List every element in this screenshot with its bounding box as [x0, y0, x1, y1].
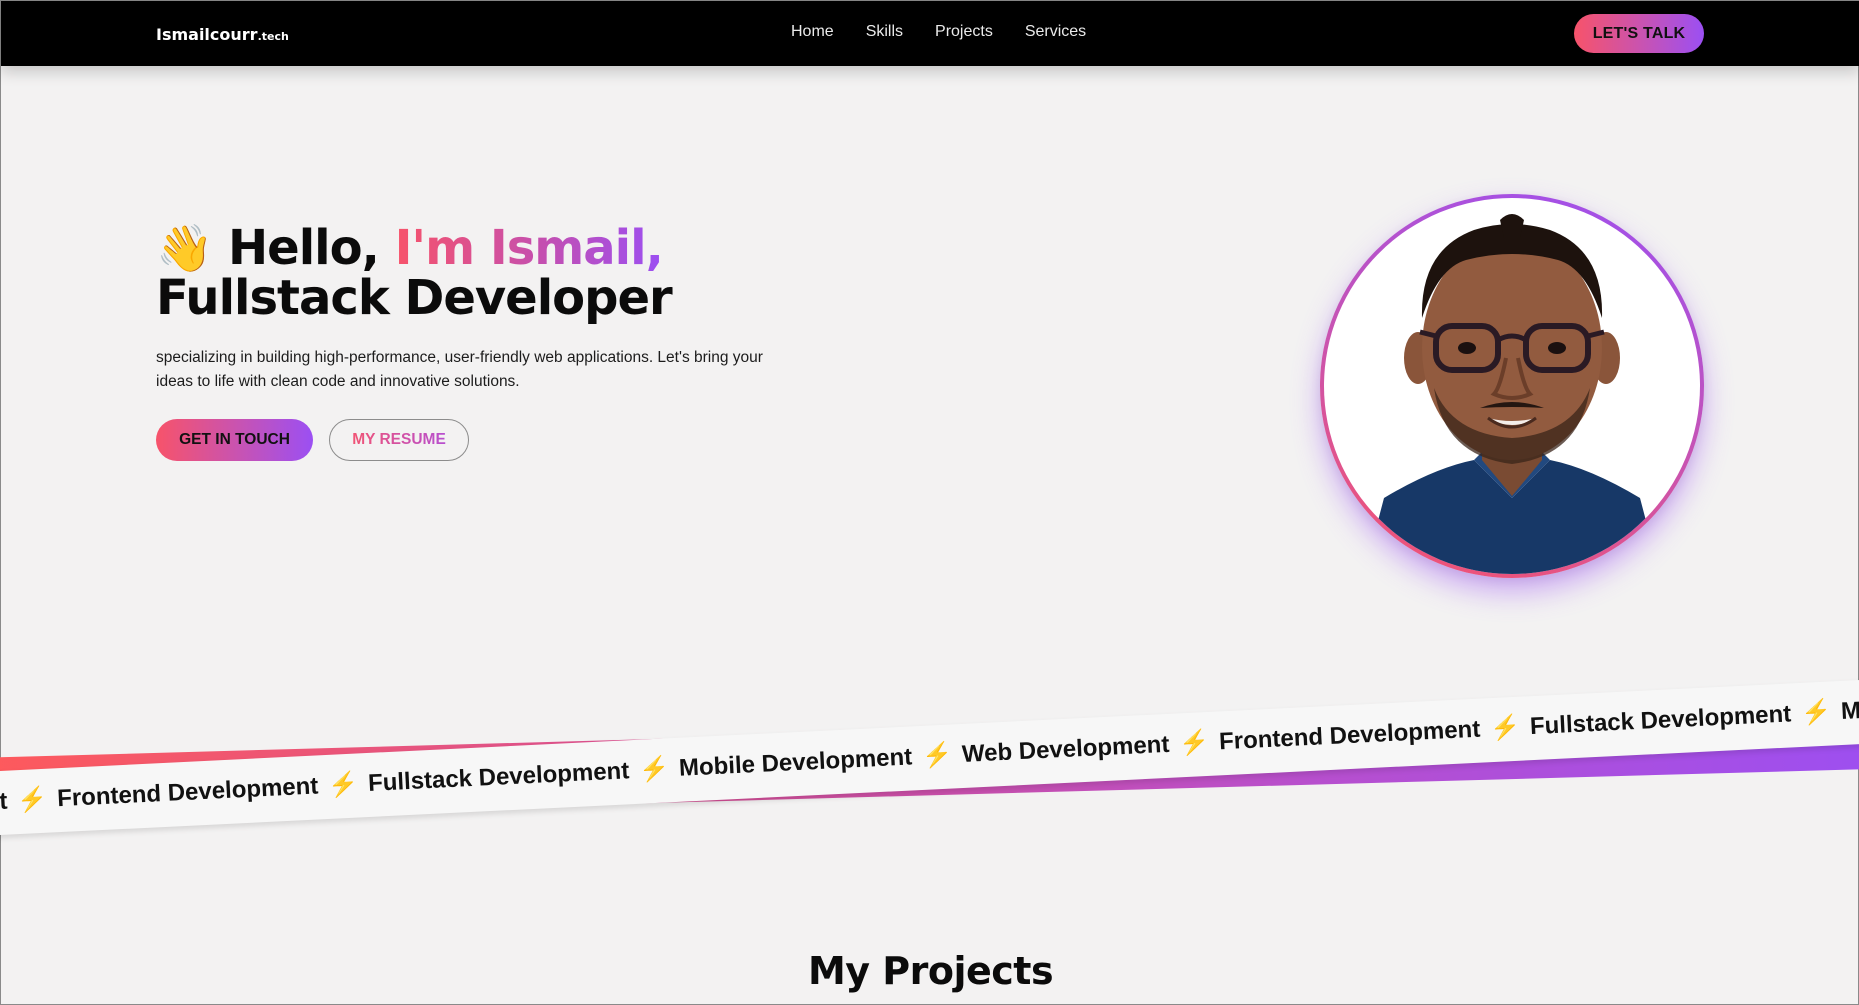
profile-photo — [1324, 198, 1700, 574]
get-in-touch-button[interactable]: GET IN TOUCH — [156, 419, 313, 461]
projects-section-title: My Projects — [807, 949, 1054, 993]
lets-talk-button[interactable]: LET'S TALK — [1574, 14, 1704, 53]
logo-tld: .tech — [257, 30, 289, 43]
hero-hello: Hello, — [228, 220, 380, 276]
marquee-item: Fullstack Development ⚡ — [367, 755, 670, 797]
lightning-bolt-icon: ⚡ — [1489, 713, 1521, 743]
skills-marquee-banner: ment ⚡ Frontend Development ⚡ Fullstack De… — [0, 677, 1859, 837]
portrait-illustration — [1364, 214, 1660, 574]
hero-description: specializing in building high-performanc… — [156, 349, 763, 390]
marquee-item: Frontend Development ⚡ — [56, 770, 359, 812]
lightning-bolt-icon: ⚡ — [327, 770, 359, 799]
main-nav: Home Skills Projects Services — [791, 23, 1086, 41]
hero-title: 👋 Hello, I'm Ismail, Fullstack Developer — [156, 220, 673, 326]
lightning-bolt-icon: ⚡ — [16, 785, 48, 815]
marquee-item: Web Development ⚡ — [961, 728, 1210, 768]
lightning-bolt-icon: ⚡ — [638, 755, 670, 784]
nav-link-services[interactable]: Services — [1025, 23, 1086, 41]
lightning-bolt-icon: ⚡ — [1178, 728, 1210, 758]
my-resume-label: MY RESUME — [352, 431, 446, 448]
waving-hand-icon: 👋 — [156, 221, 213, 275]
marquee-item: ment ⚡ — [0, 785, 48, 817]
nav-link-projects[interactable]: Projects — [935, 23, 993, 41]
my-resume-button[interactable]: MY RESUME — [329, 419, 469, 461]
profile-photo-frame — [1320, 194, 1704, 578]
logo-main: Ismailcourr — [156, 25, 258, 44]
marquee-item: Mobile Dev — [1840, 691, 1859, 725]
lightning-bolt-icon: ⚡ — [1800, 698, 1832, 727]
marquee-item: Frontend Development ⚡ — [1218, 713, 1521, 755]
nav-link-home[interactable]: Home — [791, 23, 834, 41]
marquee-item: Fullstack Development ⚡ — [1529, 698, 1832, 740]
hero-name: I'm Ismail, — [394, 220, 664, 276]
lightning-bolt-icon: ⚡ — [921, 741, 953, 770]
navbar: Ismailcourr.tech Home Skills Projects Se… — [1, 1, 1859, 66]
hero-role: Fullstack Developer — [156, 270, 673, 326]
marquee-item: Mobile Development ⚡ — [678, 741, 953, 782]
site-logo[interactable]: Ismailcourr.tech — [156, 25, 289, 44]
marquee-band: ment ⚡ Frontend Development ⚡ Fullstack De… — [0, 677, 1859, 837]
nav-link-skills[interactable]: Skills — [866, 23, 903, 41]
